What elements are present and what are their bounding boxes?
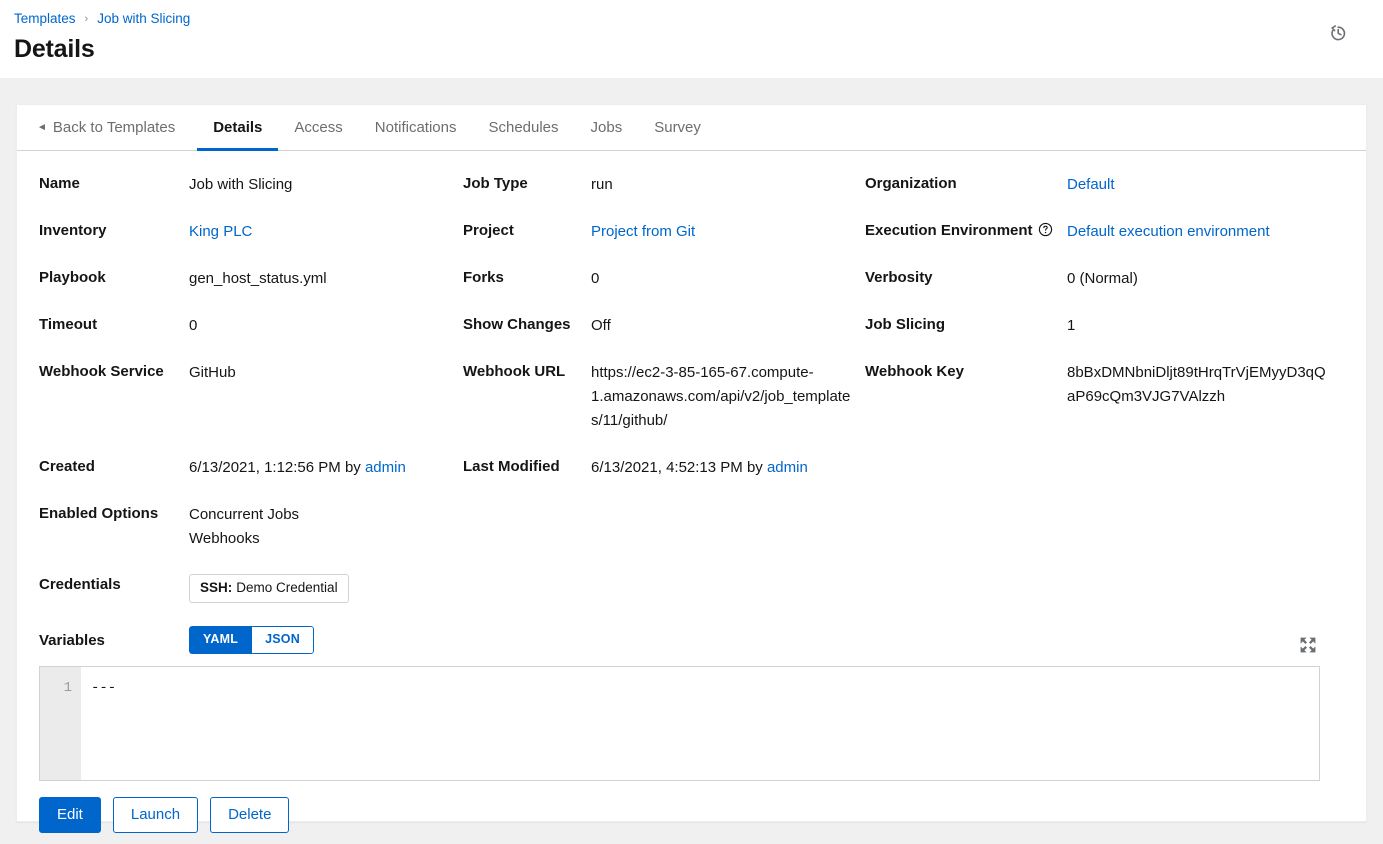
value-inventory: King PLC (189, 220, 463, 267)
spacer-cell-1 (865, 456, 1067, 479)
page-root: Templates › Job with Slicing Details ◄ B… (0, 0, 1383, 844)
tab-notifications-label: Notifications (374, 119, 457, 136)
label-playbook: Playbook (39, 269, 106, 286)
question-circle-icon[interactable] (1038, 222, 1053, 237)
tab-bar: ◄ Back to Templates Details Access Notif… (17, 105, 1366, 151)
row-enabled-options: Enabled Options Concurrent Jobs Webhooks (39, 503, 1344, 574)
execution-environment-link[interactable]: Default execution environment (1067, 223, 1270, 240)
project-link[interactable]: Project from Git (591, 223, 695, 240)
label-timeout: Timeout (39, 316, 98, 333)
label-job-type: Job Type (463, 175, 528, 192)
label-job-slicing: Job Slicing (865, 316, 946, 333)
value-webhook-key: 8bBxDMNbniDljt89tHrqTrVjEMyyD3qQaP69cQm3… (1067, 364, 1326, 405)
tab-survey[interactable]: Survey (638, 105, 717, 150)
label-webhook-service: Webhook Service (39, 363, 164, 380)
tab-details-label: Details (213, 119, 263, 136)
value-execution-environment: Default execution environment (1067, 220, 1344, 267)
tab-jobs[interactable]: Jobs (575, 105, 639, 150)
tab-details[interactable]: Details (197, 105, 279, 151)
value-job-type: run (591, 176, 613, 193)
tab-access[interactable]: Access (278, 105, 358, 150)
editor-content[interactable]: --- (81, 667, 1319, 780)
value-verbosity: 0 (Normal) (1067, 270, 1138, 287)
value-last-modified: 6/13/2021, 4:52:13 PM by admin (591, 456, 865, 503)
credential-chip-kind: SSH: (200, 580, 233, 595)
tab-schedules[interactable]: Schedules (472, 105, 574, 150)
created-timestamp: 6/13/2021, 1:12:56 PM by (189, 459, 365, 476)
value-forks: 0 (591, 270, 600, 287)
label-credentials: Credentials (39, 576, 121, 593)
row-credentials: Credentials SSH: Demo Credential (39, 574, 1344, 626)
history-icon[interactable] (1323, 18, 1353, 48)
last-modified-by-user-link[interactable]: admin (767, 459, 808, 476)
label-organization: Organization (865, 175, 957, 192)
value-enabled-options: Concurrent Jobs Webhooks (189, 503, 1344, 574)
label-execution-environment: Execution Environment (865, 220, 1067, 264)
detail-body: Name Job with Slicing Job Type run Organ… (17, 151, 1366, 833)
variables-code-editor[interactable]: 1 --- (39, 666, 1320, 781)
breadcrumb-item-templates[interactable]: Templates (14, 10, 76, 28)
edit-button[interactable]: Edit (39, 797, 101, 833)
label-last-modified: Last Modified (463, 458, 560, 475)
tab-schedules-label: Schedules (488, 119, 559, 136)
variables-editor-wrap: 1 --- (39, 637, 1344, 781)
credential-chip-name: Demo Credential (236, 580, 338, 595)
label-variables: Variables (39, 631, 105, 649)
tab-back-to-templates[interactable]: ◄ Back to Templates (37, 105, 197, 150)
label-verbosity: Verbosity (865, 269, 933, 286)
detail-grid: Name Job with Slicing Job Type run Organ… (39, 173, 1344, 626)
credential-chip[interactable]: SSH: Demo Credential (189, 574, 349, 603)
breadcrumb-separator-icon: › (84, 13, 89, 25)
launch-button[interactable]: Launch (112, 797, 199, 833)
tab-back-to-templates-label: Back to Templates (52, 119, 176, 136)
tab-jobs-label: Jobs (590, 119, 623, 136)
value-show-changes: Off (591, 317, 611, 334)
toggle-yaml[interactable]: YAML (189, 626, 252, 654)
label-webhook-url: Webhook URL (463, 363, 566, 380)
value-webhook-service: GitHub (189, 364, 236, 381)
value-credentials: SSH: Demo Credential (189, 574, 1344, 626)
tab-access-label: Access (294, 119, 343, 136)
variables-format-toggle: YAML JSON (189, 626, 314, 654)
page-title: Details (14, 35, 95, 63)
value-created: 6/13/2021, 1:12:56 PM by admin (189, 456, 463, 503)
enabled-option-item: Webhooks (189, 530, 260, 547)
chevron-left-icon: ◄ (37, 121, 47, 133)
label-forks: Forks (463, 269, 504, 286)
label-inventory: Inventory (39, 222, 107, 239)
tab-survey-label: Survey (654, 119, 701, 136)
details-card: ◄ Back to Templates Details Access Notif… (16, 104, 1367, 833)
page-header: Templates › Job with Slicing Details (0, 0, 1383, 78)
breadcrumb: Templates › Job with Slicing (14, 8, 1363, 28)
delete-button[interactable]: Delete (210, 797, 290, 833)
variables-header: Variables YAML JSON (39, 626, 1344, 664)
breadcrumb-item-current[interactable]: Job with Slicing (97, 10, 190, 28)
label-webhook-key: Webhook Key (865, 363, 964, 380)
value-name: Job with Slicing (189, 176, 293, 193)
label-show-changes: Show Changes (463, 316, 571, 333)
inventory-link[interactable]: King PLC (189, 223, 252, 240)
label-name: Name (39, 175, 80, 192)
value-project: Project from Git (591, 220, 865, 267)
spacer-cell-2 (1067, 456, 1344, 479)
value-playbook: gen_host_status.yml (189, 270, 327, 287)
value-timeout: 0 (189, 317, 198, 334)
last-modified-timestamp: 6/13/2021, 4:52:13 PM by (591, 459, 767, 476)
expand-arrows-icon[interactable] (1298, 635, 1318, 655)
editor-line-numbers: 1 (40, 667, 81, 780)
label-created: Created (39, 458, 95, 475)
toggle-json[interactable]: JSON (251, 626, 314, 654)
tab-notifications[interactable]: Notifications (359, 105, 473, 150)
action-buttons: Edit Launch Delete (39, 781, 1344, 833)
value-job-slicing: 1 (1067, 317, 1076, 334)
value-webhook-url: https://ec2-3-85-165-67.compute-1.amazon… (591, 364, 851, 429)
organization-link[interactable]: Default (1067, 176, 1115, 193)
label-execution-environment-text: Execution Environment (865, 222, 1033, 239)
value-organization: Default (1067, 173, 1344, 220)
created-by-user-link[interactable]: admin (365, 459, 406, 476)
label-project: Project (463, 222, 514, 239)
label-enabled-options: Enabled Options (39, 505, 159, 522)
enabled-option-item: Concurrent Jobs (189, 506, 300, 523)
